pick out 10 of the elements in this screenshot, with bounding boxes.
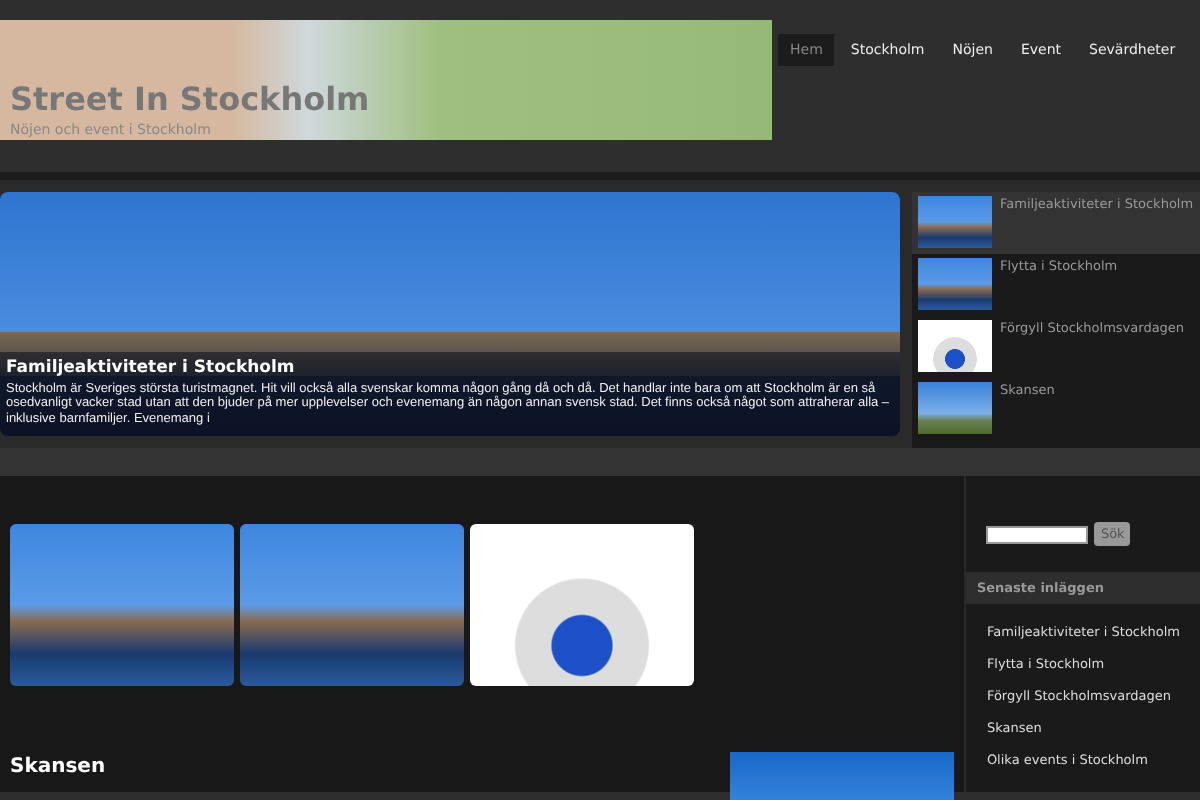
search-field[interactable] [986,525,1089,543]
thumbnail-photo [918,258,992,310]
post-title[interactable]: Skansen [10,756,106,800]
thumbnail-photo [918,196,992,248]
featured-photo[interactable] [0,192,900,436]
gallery-photo[interactable] [10,524,234,686]
thumbnail-photo [918,320,992,372]
gallery-photo[interactable] [470,524,694,686]
gallery-photo[interactable] [240,524,464,686]
thumbnail-photo [918,382,992,434]
